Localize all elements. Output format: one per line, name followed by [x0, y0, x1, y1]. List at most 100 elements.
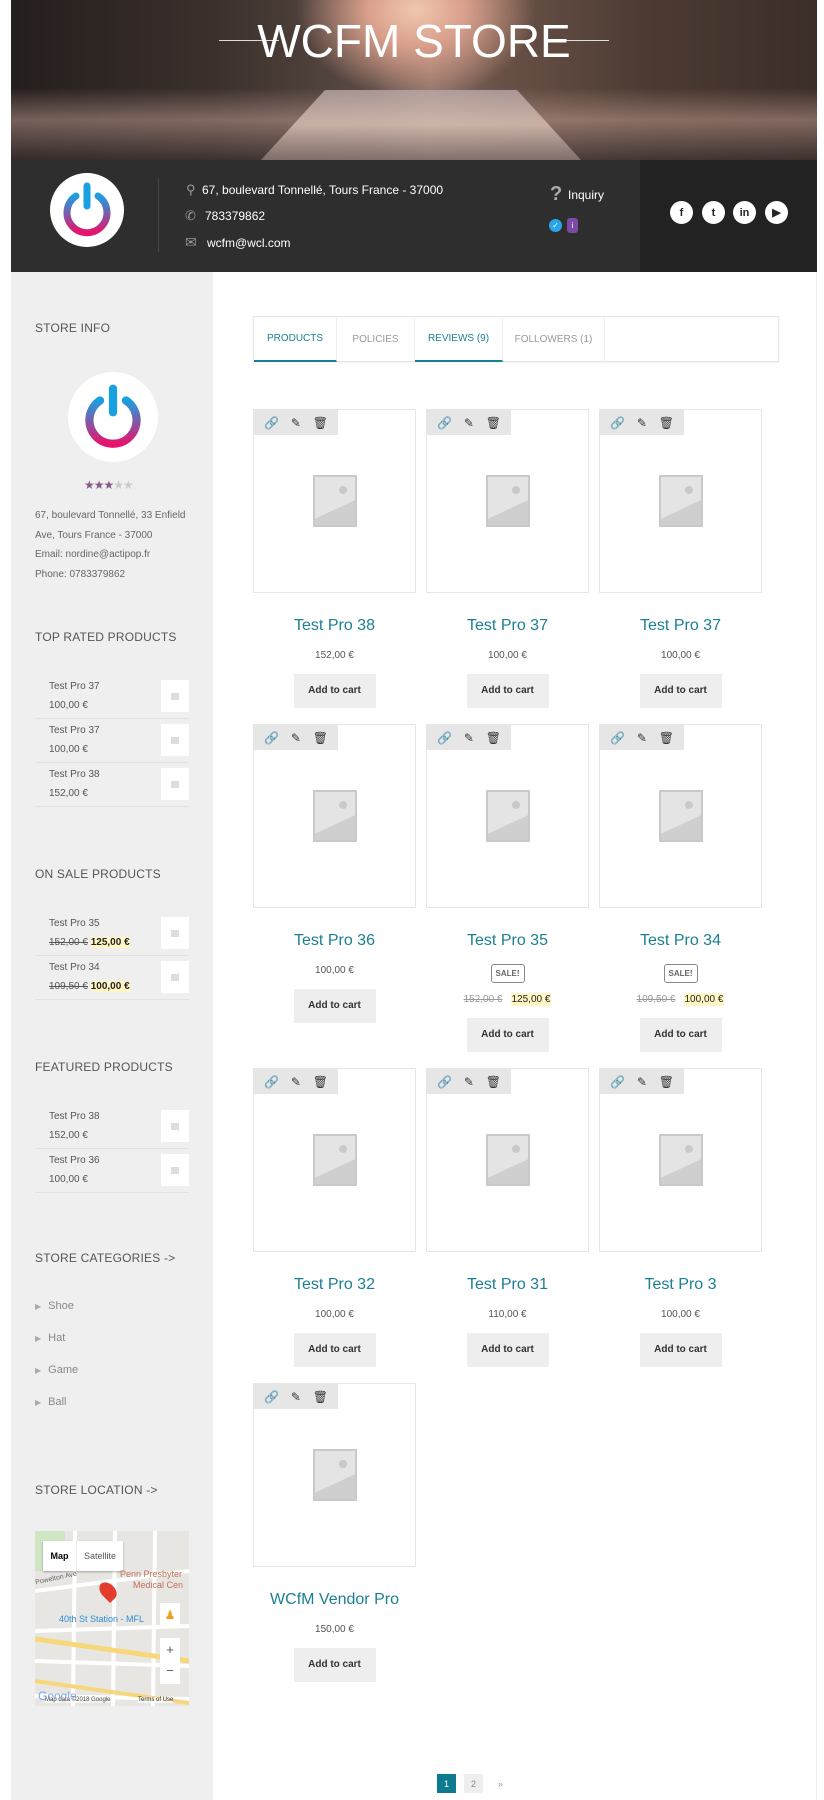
category-link[interactable]: ▶ Ball [35, 1396, 67, 1408]
edit-icon[interactable]: ✎ [291, 416, 301, 430]
add-to-cart-button[interactable]: Add to cart [293, 989, 376, 1023]
trash-icon[interactable]: 🗑 [313, 1390, 328, 1404]
zoom-out-button[interactable]: − [160, 1661, 180, 1684]
product-image[interactable]: 🔗 ✎ 🗑 [426, 409, 589, 593]
twitter-icon[interactable]: t [702, 201, 725, 224]
link-icon[interactable]: 🔗 [610, 731, 625, 745]
category-link[interactable]: ▶ Hat [35, 1332, 65, 1344]
edit-icon[interactable]: ✎ [464, 731, 474, 745]
header-phone[interactable]: 783379862 [205, 209, 265, 223]
product-title[interactable]: WCfM Vendor Pro [253, 1591, 416, 1613]
add-to-cart-button[interactable]: Add to cart [639, 1333, 722, 1367]
store-map[interactable]: Map Satellite Penn Presbyter Medical Cen… [35, 1531, 189, 1706]
trash-icon[interactable]: 🗑 [659, 731, 674, 745]
image-placeholder-icon [658, 1134, 703, 1186]
edit-icon[interactable]: ✎ [637, 731, 647, 745]
store-logo[interactable] [50, 173, 124, 247]
youtube-icon[interactable]: ▶ [765, 201, 788, 224]
product-title[interactable]: Test Pro 36 [253, 932, 416, 954]
image-placeholder-icon [312, 475, 357, 527]
zoom-in-button[interactable]: + [160, 1638, 180, 1661]
add-to-cart-button[interactable]: Add to cart [293, 674, 376, 708]
store-email: Email: nordine@actipop.fr [35, 549, 151, 560]
linkedin-icon[interactable]: in [733, 201, 756, 224]
add-to-cart-button[interactable]: Add to cart [639, 674, 722, 708]
product-image[interactable]: 🔗 ✎ 🗑 [599, 1068, 762, 1252]
trash-icon[interactable]: 🗑 [486, 1075, 501, 1089]
edit-icon[interactable]: ✎ [637, 1075, 647, 1089]
product-image[interactable]: 🔗 ✎ 🗑 [426, 724, 589, 908]
page-1-button[interactable]: 1 [437, 1774, 456, 1793]
trash-icon[interactable]: 🗑 [659, 416, 674, 430]
facebook-icon[interactable]: f [670, 201, 693, 224]
widget-list-item[interactable]: Test Pro 34 109,50 € 100,00 € [35, 956, 189, 1000]
link-icon[interactable]: 🔗 [264, 416, 279, 430]
widget-list-item[interactable]: Test Pro 37 100,00 € [35, 719, 189, 763]
edit-icon[interactable]: ✎ [291, 1390, 301, 1404]
product-image[interactable]: 🔗 ✎ 🗑 [253, 409, 416, 593]
widget-list-item[interactable]: Test Pro 38 152,00 € [35, 1105, 189, 1149]
product-title[interactable]: Test Pro 38 [253, 617, 416, 639]
product-title[interactable]: Test Pro 35 [426, 932, 589, 954]
widget-list-item[interactable]: Test Pro 36 100,00 € [35, 1149, 189, 1193]
inquiry-button[interactable]: Inquiry [568, 188, 604, 202]
map-terms-link[interactable]: Terms of Use [138, 1697, 174, 1703]
link-icon[interactable]: 🔗 [437, 1075, 452, 1089]
power-logo-icon [63, 182, 111, 237]
item-name: Test Pro 37 [49, 681, 100, 692]
widget-list-item[interactable]: Test Pro 38 152,00 € [35, 763, 189, 807]
product-image[interactable]: 🔗 ✎ 🗑 [599, 724, 762, 908]
map-type-satellite-button[interactable]: Satellite [77, 1541, 123, 1571]
category-link[interactable]: ▶ Game [35, 1364, 78, 1376]
product-card: 🔗 ✎ 🗑 Test Pro 3 100,00 € Add to cart [599, 1068, 762, 1367]
link-icon[interactable]: 🔗 [437, 731, 452, 745]
edit-icon[interactable]: ✎ [291, 731, 301, 745]
category-link[interactable]: ▶ Shoe [35, 1300, 74, 1312]
product-title[interactable]: Test Pro 32 [253, 1276, 416, 1298]
add-to-cart-button[interactable]: Add to cart [293, 1333, 376, 1367]
add-to-cart-button[interactable]: Add to cart [293, 1648, 376, 1682]
tab-followers[interactable]: FOLLOWERS (1) [503, 317, 605, 362]
tab-reviews[interactable]: REVIEWS (9) [415, 317, 503, 362]
link-icon[interactable]: 🔗 [610, 416, 625, 430]
map-type-map-button[interactable]: Map [43, 1541, 77, 1571]
next-page-button[interactable]: » [491, 1774, 510, 1793]
add-to-cart-button[interactable]: Add to cart [466, 1333, 549, 1367]
page-2-button[interactable]: 2 [464, 1774, 483, 1793]
trash-icon[interactable]: 🗑 [486, 416, 501, 430]
add-to-cart-button[interactable]: Add to cart [466, 1018, 549, 1052]
product-image[interactable]: 🔗 ✎ 🗑 [253, 1068, 416, 1252]
product-title[interactable]: Test Pro 34 [599, 932, 762, 954]
edit-icon[interactable]: ✎ [637, 416, 647, 430]
product-title[interactable]: Test Pro 3 [599, 1276, 762, 1298]
trash-icon[interactable]: 🗑 [313, 416, 328, 430]
product-title[interactable]: Test Pro 37 [599, 617, 762, 639]
link-icon[interactable]: 🔗 [437, 416, 452, 430]
link-icon[interactable]: 🔗 [264, 1075, 279, 1089]
pegman-icon[interactable]: ♟ [160, 1603, 180, 1627]
add-to-cart-button[interactable]: Add to cart [466, 674, 549, 708]
trash-icon[interactable]: 🗑 [313, 731, 328, 745]
tab-products[interactable]: PRODUCTS [254, 317, 337, 362]
widget-list-item[interactable]: Test Pro 37 100,00 € [35, 675, 189, 719]
edit-icon[interactable]: ✎ [464, 416, 474, 430]
widget-list-item[interactable]: Test Pro 35 152,00 € 125,00 € [35, 912, 189, 956]
link-icon[interactable]: 🔗 [264, 731, 279, 745]
product-image[interactable]: 🔗 ✎ 🗑 [253, 724, 416, 908]
trash-icon[interactable]: 🗑 [313, 1075, 328, 1089]
tab-policies[interactable]: POLICIES [337, 317, 415, 362]
edit-icon[interactable]: ✎ [291, 1075, 301, 1089]
product-image[interactable]: 🔗 ✎ 🗑 [426, 1068, 589, 1252]
link-icon[interactable]: 🔗 [264, 1390, 279, 1404]
product-toolbar: 🔗 ✎ 🗑 [427, 1069, 511, 1094]
trash-icon[interactable]: 🗑 [486, 731, 501, 745]
edit-icon[interactable]: ✎ [464, 1075, 474, 1089]
product-image[interactable]: 🔗 ✎ 🗑 [599, 409, 762, 593]
product-title[interactable]: Test Pro 31 [426, 1276, 589, 1298]
add-to-cart-button[interactable]: Add to cart [639, 1018, 722, 1052]
product-image[interactable]: 🔗 ✎ 🗑 [253, 1383, 416, 1567]
trash-icon[interactable]: 🗑 [659, 1075, 674, 1089]
header-email[interactable]: wcfm@wcl.com [207, 236, 291, 250]
link-icon[interactable]: 🔗 [610, 1075, 625, 1089]
product-title[interactable]: Test Pro 37 [426, 617, 589, 639]
